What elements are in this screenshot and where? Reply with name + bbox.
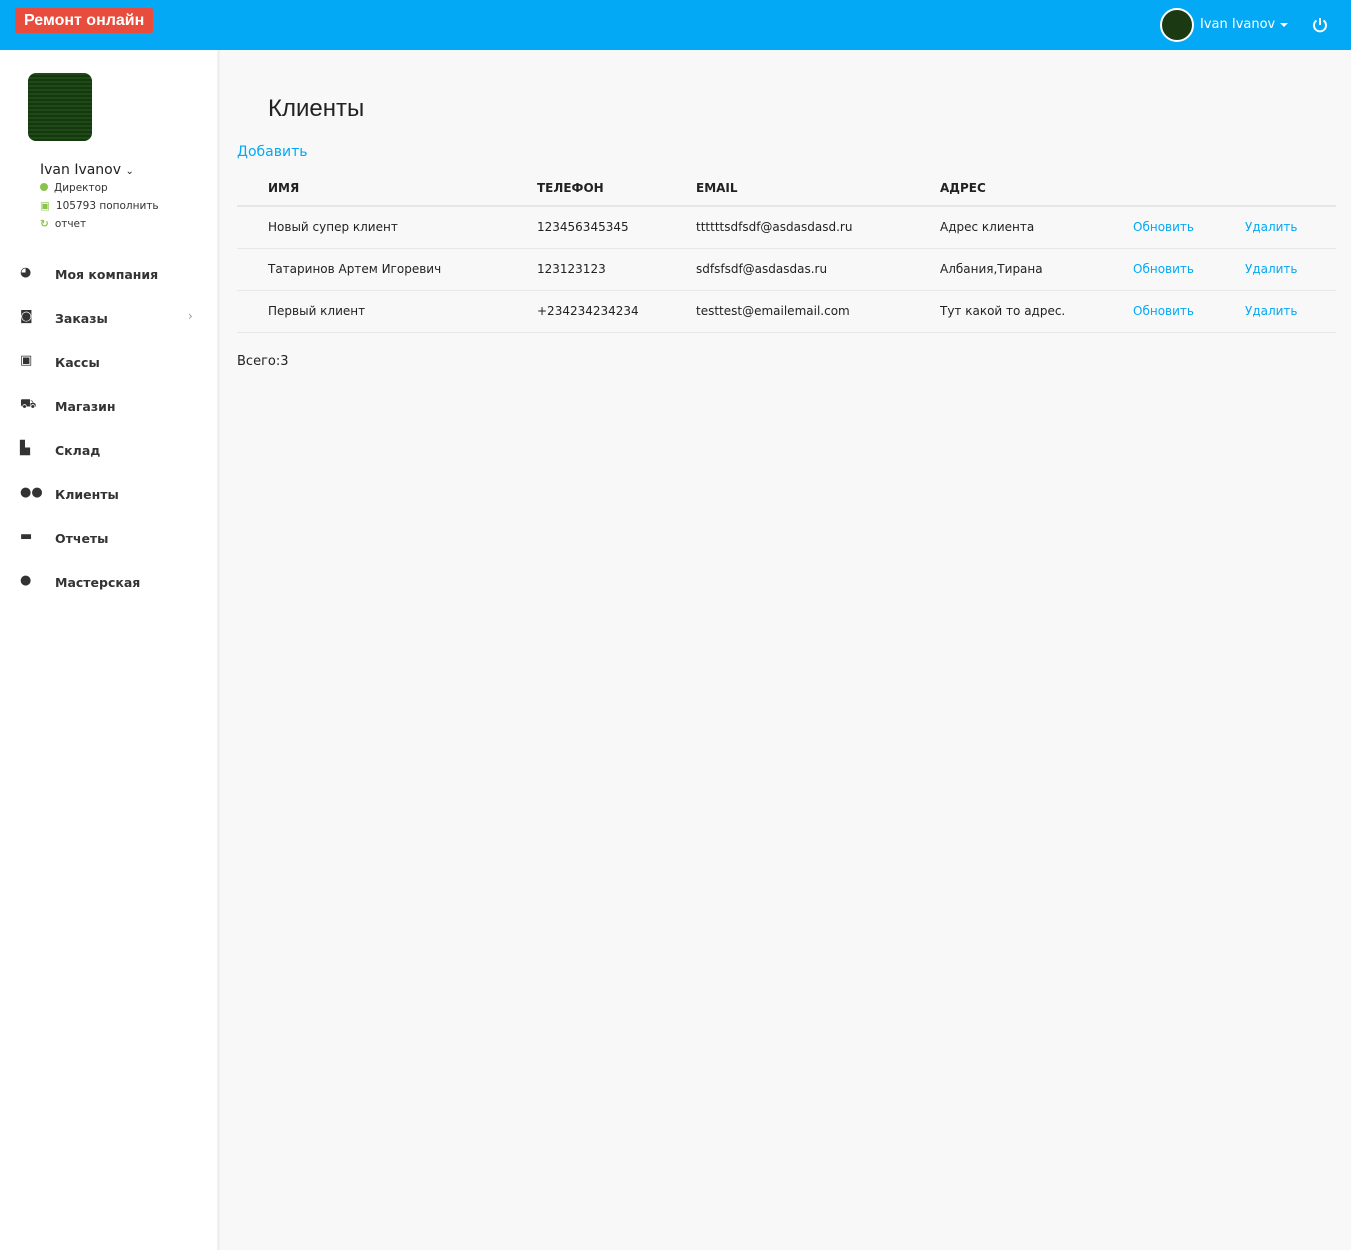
update-link[interactable]: Обновить — [1133, 304, 1194, 318]
column-header-phone: ТЕЛЕФОН — [537, 170, 696, 207]
update-link[interactable]: Обновить — [1133, 262, 1194, 276]
client-email: ttttttsdfsdf@asdasdasd.ru — [696, 206, 940, 249]
nav-item-reports[interactable]: ▬ Отчеты — [0, 523, 220, 553]
nav-item-cash[interactable]: ▣ Кассы — [0, 347, 220, 377]
nav-item-workshop[interactable]: ● Мастерская — [0, 567, 220, 597]
nav-label: Заказы — [55, 311, 108, 326]
user-menu[interactable]: Ivan Ivanov — [1200, 17, 1289, 32]
refresh-icon: ↻ — [40, 218, 49, 230]
page-title: Клиенты — [268, 95, 365, 122]
sidebar: Ivan Ivanov ⌄ Директор ▣ 105793 пополнить… — [0, 50, 220, 1250]
cart-icon: ⛟ — [20, 397, 37, 412]
power-icon[interactable] — [1311, 16, 1329, 34]
client-address: Албания,Тирана — [940, 248, 1133, 291]
clients-table: ИМЯ ТЕЛЕФОН EMAIL АДРЕС Новый супер клие… — [237, 170, 1336, 333]
status-dot-icon — [40, 183, 48, 191]
client-phone: +234234234234 — [537, 290, 696, 333]
nav-label: Склад — [55, 443, 101, 458]
client-address: Тут какой то адрес. — [940, 290, 1133, 333]
nav-label: Магазин — [55, 399, 116, 414]
money-icon: ▣ — [20, 353, 33, 368]
profile-balance[interactable]: ▣ 105793 пополнить — [40, 200, 159, 212]
orders-icon: ◙ — [20, 309, 33, 324]
user-avatar[interactable] — [1160, 8, 1194, 42]
update-link[interactable]: Обновить — [1133, 220, 1194, 234]
column-header-name: ИМЯ — [268, 170, 537, 207]
table-row: Новый супер клиент 123456345345 ttttttsdfs… — [237, 206, 1336, 249]
client-name: Первый клиент — [268, 290, 537, 333]
total-count: Всего:3 — [237, 354, 289, 369]
table-row: Татаринов Артем Игоревич 123123123 sdfsfsd… — [237, 248, 1336, 291]
client-name: Татаринов Артем Игоревич — [268, 248, 537, 291]
nav-item-warehouse[interactable]: ▙ Склад — [0, 435, 220, 465]
balance-label: 105793 пополнить — [55, 200, 159, 212]
profile-menu[interactable]: Ivan Ivanov ⌄ — [40, 162, 134, 178]
role-label: Директор — [54, 182, 108, 194]
nav-label: Отчеты — [55, 531, 109, 546]
briefcase-icon: ▬ — [20, 529, 33, 544]
client-name: Новый супер клиент — [268, 206, 537, 249]
delete-link[interactable]: Удалить — [1245, 220, 1298, 234]
users-icon: ●● — [20, 485, 43, 500]
user-name: Ivan Ivanov — [1200, 17, 1276, 32]
brand-logo[interactable]: Ремонт онлайн — [15, 8, 154, 33]
caret-down-icon — [1280, 22, 1289, 27]
dashboard-icon: ◕ — [20, 265, 32, 280]
nav-label: Мастерская — [55, 575, 141, 590]
profile-report[interactable]: ↻ отчет — [40, 218, 86, 230]
nav-item-clients[interactable]: ●● Клиенты — [0, 479, 220, 509]
chevron-down-icon: ⌄ — [125, 166, 134, 177]
client-address: Адрес клиента — [940, 206, 1133, 249]
delete-link[interactable]: Удалить — [1245, 304, 1298, 318]
table-row: Первый клиент +234234234234 testtest@email… — [237, 290, 1336, 333]
nav-label: Кассы — [55, 355, 100, 370]
nav-label: Моя компания — [55, 267, 159, 282]
column-header-address: АДРЕС — [940, 170, 1133, 207]
add-client-link[interactable]: Добавить — [237, 144, 307, 160]
files-icon: ▙ — [20, 441, 30, 456]
report-label: отчет — [54, 218, 87, 230]
nav-item-orders[interactable]: ◙ Заказы › — [0, 303, 220, 333]
client-phone: 123123123 — [537, 248, 696, 291]
client-email: sdfsfsdf@asdasdas.ru — [696, 248, 940, 291]
top-bar: Ремонт онлайн Ivan Ivanov — [0, 0, 1351, 50]
profile-avatar — [28, 73, 92, 141]
nav-label: Клиенты — [55, 487, 119, 502]
nav-item-shop[interactable]: ⛟ Магазин — [0, 391, 220, 421]
client-phone: 123456345345 — [537, 206, 696, 249]
nav-item-company[interactable]: ◕ Моя компания — [0, 259, 220, 289]
money-icon: ▣ — [40, 200, 50, 212]
chevron-right-icon: › — [188, 309, 193, 323]
column-header-email: EMAIL — [696, 170, 940, 207]
profile-role: Директор — [40, 182, 108, 194]
client-email: testtest@emailemail.com — [696, 290, 940, 333]
delete-link[interactable]: Удалить — [1245, 262, 1298, 276]
profile-name: Ivan Ivanov — [40, 162, 122, 178]
circle-icon: ● — [20, 573, 32, 588]
